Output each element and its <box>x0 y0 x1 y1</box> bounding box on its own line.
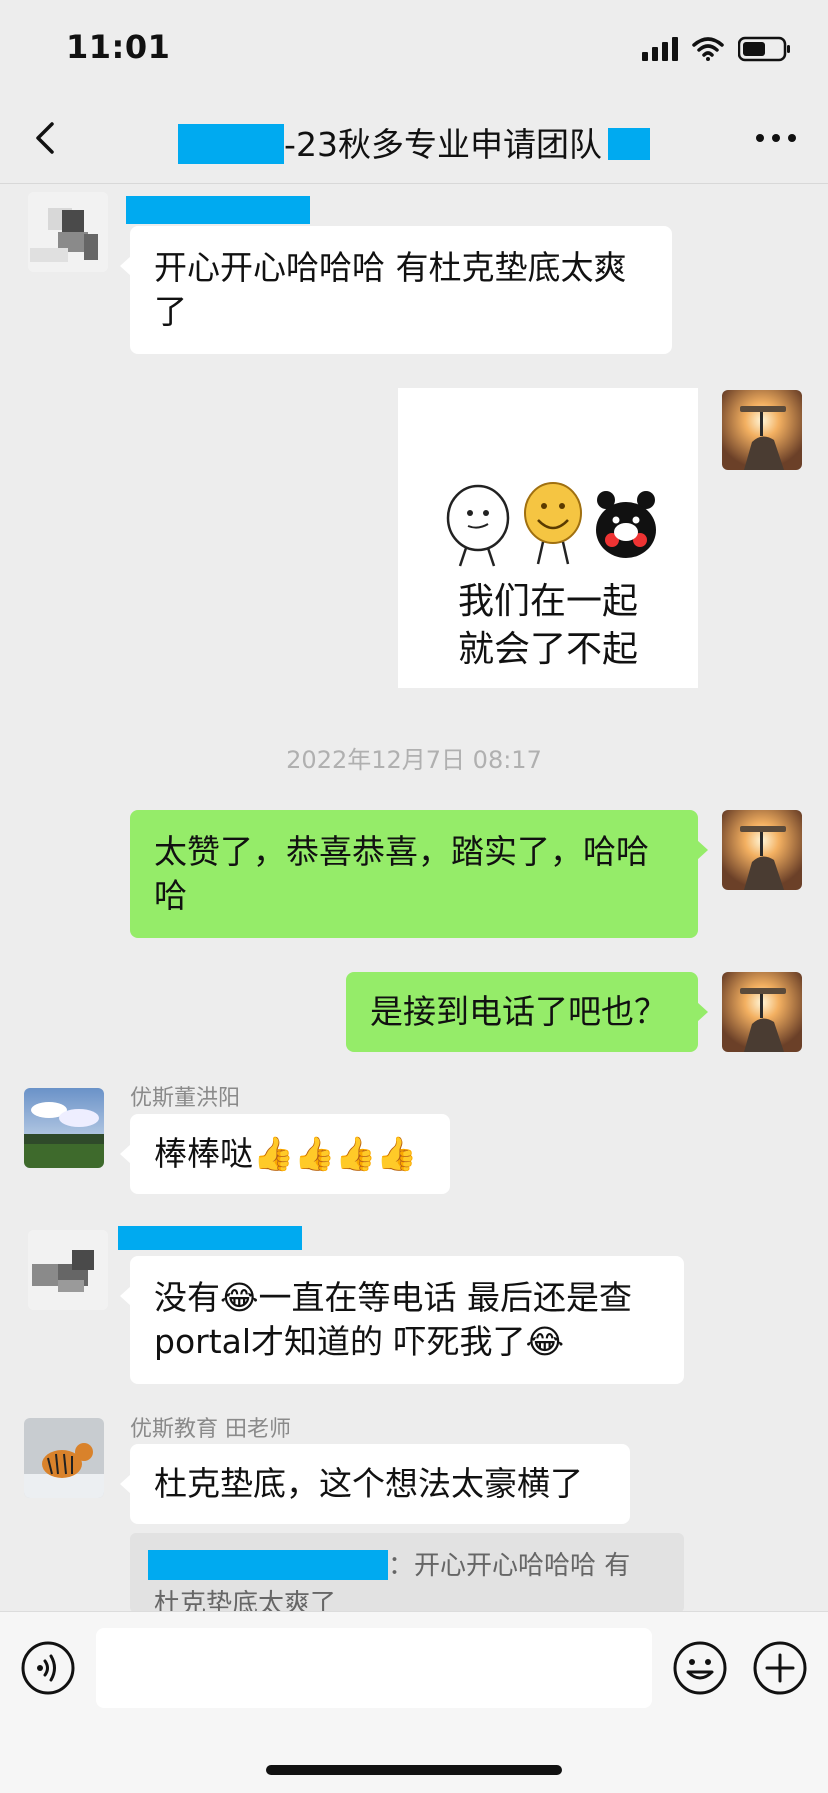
redaction-box <box>178 124 285 164</box>
sunset-avatar-icon <box>722 810 802 890</box>
message-bubble[interactable]: 开心开心哈哈哈 有杜克垫底太爽了 <box>120 226 672 354</box>
avatar[interactable] <box>24 1088 104 1168</box>
avatar[interactable] <box>722 390 802 470</box>
more-horizontal-icon[interactable] <box>754 124 798 152</box>
quote-line: 杜克垫底太爽了 <box>154 1589 337 1613</box>
message-text: 是接到电话了吧也？ <box>370 992 667 1031</box>
message-text: 棒棒哒👍👍👍👍 <box>154 1134 418 1173</box>
avatar[interactable] <box>28 192 108 272</box>
tiger-avatar-icon <box>24 1418 104 1498</box>
quoted-message[interactable]: ：开心开心哈哈哈 有 杜克垫底太爽了 <box>130 1533 684 1613</box>
home-indicator <box>266 1765 562 1775</box>
message-bubble[interactable]: 杜克垫底，这个想法太豪横了 <box>120 1444 630 1524</box>
sticker-characters-icon <box>446 482 656 567</box>
quote-line: ：开心开心哈哈哈 有 <box>148 1545 630 1582</box>
redaction-box <box>148 1550 388 1580</box>
sticker-image[interactable]: 我们在一起 就会了不起 <box>398 388 698 688</box>
sticker-caption-line: 我们在一起 <box>457 581 638 622</box>
quote-text: 开心开心哈哈哈 有 <box>414 1551 631 1581</box>
battery-icon <box>738 36 790 62</box>
wifi-icon <box>692 37 724 61</box>
message-input[interactable] <box>96 1628 652 1708</box>
chat-title-text: -23秋多专业申请团队 <box>284 125 602 164</box>
message-bubble[interactable]: 是接到电话了吧也？ <box>346 972 708 1052</box>
quote-separator: ： <box>388 1551 415 1581</box>
avatar[interactable] <box>28 1230 108 1310</box>
avatar[interactable] <box>722 972 802 1052</box>
message-text: 没有😂一直在等电话 最后还是查portal才知道的 吓死我了😂 <box>154 1278 633 1361</box>
nav-divider <box>0 183 828 184</box>
avatar[interactable] <box>722 810 802 890</box>
timestamp: 2022年12月7日 08:17 <box>286 746 542 774</box>
sender-name-redacted <box>126 196 310 224</box>
message-text: 太赞了，恭喜恭喜，踏实了，哈哈哈 <box>154 832 649 915</box>
status-icons <box>642 36 792 62</box>
avatar[interactable] <box>24 1418 104 1498</box>
status-time: 11:01 <box>66 28 171 66</box>
chat-title: -23秋多专业申请团队 <box>0 118 828 166</box>
blurred-avatar-icon <box>28 192 108 272</box>
emoji-icon[interactable] <box>672 1640 728 1696</box>
sticker-caption-line: 就会了不起 <box>457 629 638 670</box>
sunset-avatar-icon <box>722 390 802 470</box>
sunset-avatar-icon <box>722 972 802 1052</box>
sender-name: 优斯董洪阳 <box>130 1086 241 1111</box>
plus-icon[interactable] <box>752 1640 808 1696</box>
sticker-caption: 我们在一起 就会了不起 <box>398 578 698 674</box>
message-bubble[interactable]: 太赞了，恭喜恭喜，踏实了，哈哈哈 <box>130 810 708 938</box>
redaction-box <box>607 128 650 160</box>
message-text: 开心开心哈哈哈 有杜克垫底太爽了 <box>154 248 627 331</box>
blurred-avatar-icon <box>28 1230 108 1310</box>
sender-name: 优斯教育 田老师 <box>130 1417 291 1442</box>
landscape-avatar-icon <box>24 1088 104 1168</box>
sender-name-redacted <box>118 1226 302 1250</box>
message-text: 杜克垫底，这个想法太豪横了 <box>154 1464 583 1503</box>
voice-icon[interactable] <box>20 1640 76 1696</box>
signal-icon <box>642 37 678 61</box>
message-bubble[interactable]: 棒棒哒👍👍👍👍 <box>120 1114 450 1194</box>
message-bubble[interactable]: 没有😂一直在等电话 最后还是查portal才知道的 吓死我了😂 <box>120 1256 684 1384</box>
